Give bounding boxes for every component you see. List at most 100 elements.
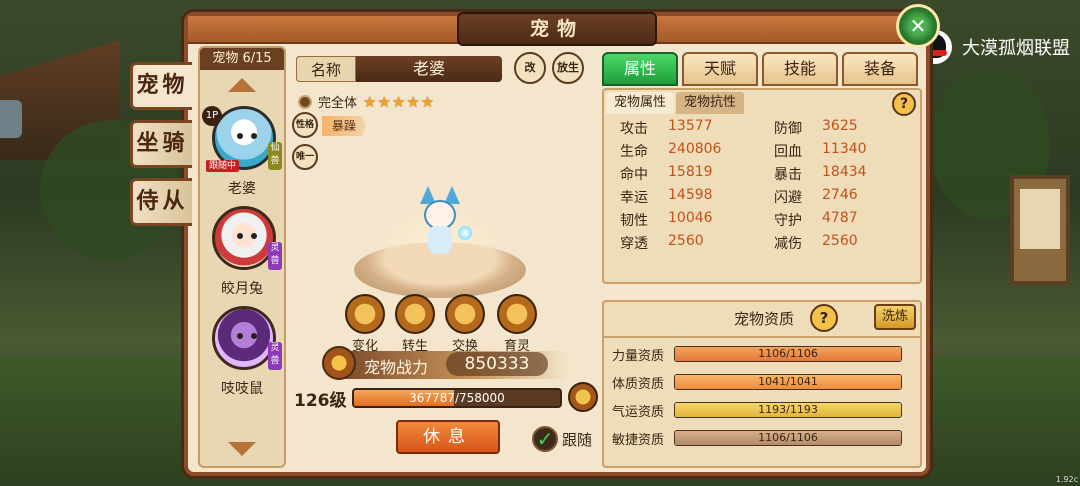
unique-icon: 唯一: [292, 144, 318, 170]
stat-value: 2560: [822, 233, 858, 249]
aptitude-value: 1106/1106: [758, 431, 818, 444]
stat-label: 命中: [620, 167, 648, 183]
aptitude-value: 1193/1193: [758, 403, 818, 416]
subtab-pet-resistance[interactable]: 宠物抗性: [676, 92, 745, 114]
stat-value: 11340: [822, 141, 867, 157]
follow-toggle[interactable]: ✓ 跟随: [532, 426, 592, 452]
pet-model[interactable]: [418, 186, 472, 256]
pet-list-item[interactable]: 灵兽 皎月兔: [200, 202, 284, 302]
rest-button[interactable]: 休息: [396, 420, 500, 454]
position-badge: 1P: [202, 106, 222, 126]
aptitude-bar: 1041/1041: [674, 374, 902, 390]
stat-label: 幸运: [620, 190, 648, 206]
stat-value: 14598: [668, 187, 713, 203]
window-title: 宠物: [457, 12, 657, 46]
stat-label: 攻击: [620, 121, 648, 137]
help-icon[interactable]: ?: [810, 304, 838, 332]
pet-window: 宠物 宠物 坐骑 侍从 宠物 6/15 1P 跟随中 仙兽 老婆 灵兽 皎月兔 …: [130, 4, 940, 476]
pet-name: 皎月兔: [221, 281, 263, 297]
aptitude-bar: 1106/1106: [674, 430, 902, 446]
stat-row: 穿透 2560 减伤 2560: [610, 233, 918, 255]
pet-avatar: [212, 306, 276, 370]
tab-talent[interactable]: 天赋: [682, 52, 758, 86]
stat-value: 13577: [668, 118, 713, 134]
stat-label: 回血: [774, 144, 802, 160]
aptitude-row: 气运资质 1193/1193: [612, 400, 912, 420]
transform-icon: [345, 294, 385, 334]
stat-value: 4787: [822, 210, 858, 226]
swap-button[interactable]: 交换: [442, 294, 488, 354]
rarity-badge: 仙兽: [268, 142, 282, 170]
stat-row: 生命 240806 回血 11340: [610, 141, 918, 163]
personality-icon: 性格: [292, 112, 318, 138]
pet-name-value: 老婆: [412, 59, 445, 78]
rarity-badge: 灵兽: [268, 242, 282, 270]
following-tag: 跟随中: [206, 160, 240, 172]
stat-value: 240806: [668, 141, 722, 157]
exp-text: 367787/758000: [409, 391, 505, 405]
pet-list-item[interactable]: 灵兽 吱吱鼠: [200, 302, 284, 402]
scroll-up-arrow-icon[interactable]: [222, 76, 262, 96]
help-icon[interactable]: ?: [892, 92, 916, 116]
aptitude-value: 1041/1041: [758, 375, 818, 388]
stat-value: 10046: [668, 210, 713, 226]
nurture-button[interactable]: 育灵: [494, 294, 540, 354]
stat-row: 命中 15819 暴击 18434: [610, 164, 918, 186]
stat-value: 2746: [822, 187, 858, 203]
pet-list-item[interactable]: 1P 跟随中 仙兽 老婆: [200, 102, 284, 202]
scroll-down-arrow-icon[interactable]: [222, 440, 262, 460]
aptitude-value: 1106/1106: [758, 347, 818, 360]
aptitude-row: 敏捷资质 1106/1106: [612, 428, 912, 448]
stats-panel: 宠物属性 宠物抗性 ? 攻击 13577 防御 3625 生命 240806 回血 11…: [602, 88, 922, 284]
level-up-button[interactable]: [568, 382, 598, 412]
tab-attributes[interactable]: 属性: [602, 52, 678, 86]
aptitude-label: 体质资质: [612, 376, 665, 392]
stat-label: 守护: [774, 213, 802, 229]
release-button[interactable]: 放生: [552, 52, 584, 84]
stat-label: 生命: [620, 144, 648, 160]
refine-button[interactable]: 洗炼: [874, 304, 916, 330]
category-tab-attendant[interactable]: 侍从: [130, 178, 192, 226]
check-icon[interactable]: ✓: [532, 426, 558, 452]
stat-label: 暴击: [774, 167, 802, 183]
version-label: 1.92c: [1055, 475, 1078, 484]
stat-row: 韧性 10046 守护 4787: [610, 210, 918, 232]
share-text: 大漠孤烟联盟: [962, 38, 1070, 59]
category-tab-pet[interactable]: 宠物: [130, 62, 192, 110]
aptitude-row: 体质资质 1041/1041: [612, 372, 912, 392]
state-label: 完全体: [318, 96, 358, 111]
rarity-badge: 灵兽: [268, 342, 282, 370]
side-drawer-handle[interactable]: [0, 100, 22, 138]
aptitude-label: 敏捷资质: [612, 432, 665, 448]
rebirth-icon: [395, 294, 435, 334]
aptitude-label: 气运资质: [612, 404, 665, 420]
rename-button[interactable]: 改: [514, 52, 546, 84]
tab-equipment[interactable]: 装备: [842, 52, 918, 86]
aptitude-title: 宠物资质: [734, 310, 795, 328]
swap-icon: [445, 294, 485, 334]
aptitude-bar: 1193/1193: [674, 402, 902, 418]
stat-label: 穿透: [620, 236, 648, 252]
subtab-pet-attributes[interactable]: 宠物属性: [606, 92, 675, 114]
power-value: 850333: [446, 352, 548, 376]
category-tab-mount[interactable]: 坐骑: [130, 120, 192, 168]
pet-name: 吱吱鼠: [221, 381, 263, 397]
tab-skills[interactable]: 技能: [762, 52, 838, 86]
close-button[interactable]: [896, 4, 940, 48]
nurture-icon: [497, 294, 537, 334]
rebirth-button[interactable]: 转生: [392, 294, 438, 354]
divider: [604, 336, 920, 338]
share-overlay[interactable]: 大漠孤烟联盟: [918, 30, 1070, 64]
stat-row: 幸运 14598 闪避 2746: [610, 187, 918, 209]
transform-button[interactable]: 变化: [342, 294, 388, 354]
star-rating: ★★★★★: [363, 92, 436, 111]
power-icon: [322, 346, 356, 380]
power-label: 宠物战力: [364, 358, 429, 377]
stat-label: 闪避: [774, 190, 802, 206]
state-icon: [298, 94, 312, 109]
aptitude-row: 力量资质 1106/1106: [612, 344, 912, 364]
pet-name-box: 名称 老婆: [296, 56, 502, 82]
pet-avatar: [212, 206, 276, 270]
stat-label: 防御: [774, 121, 802, 137]
pet-list: 宠物 6/15 1P 跟随中 仙兽 老婆 灵兽 皎月兔 灵兽 吱吱鼠: [198, 46, 286, 468]
